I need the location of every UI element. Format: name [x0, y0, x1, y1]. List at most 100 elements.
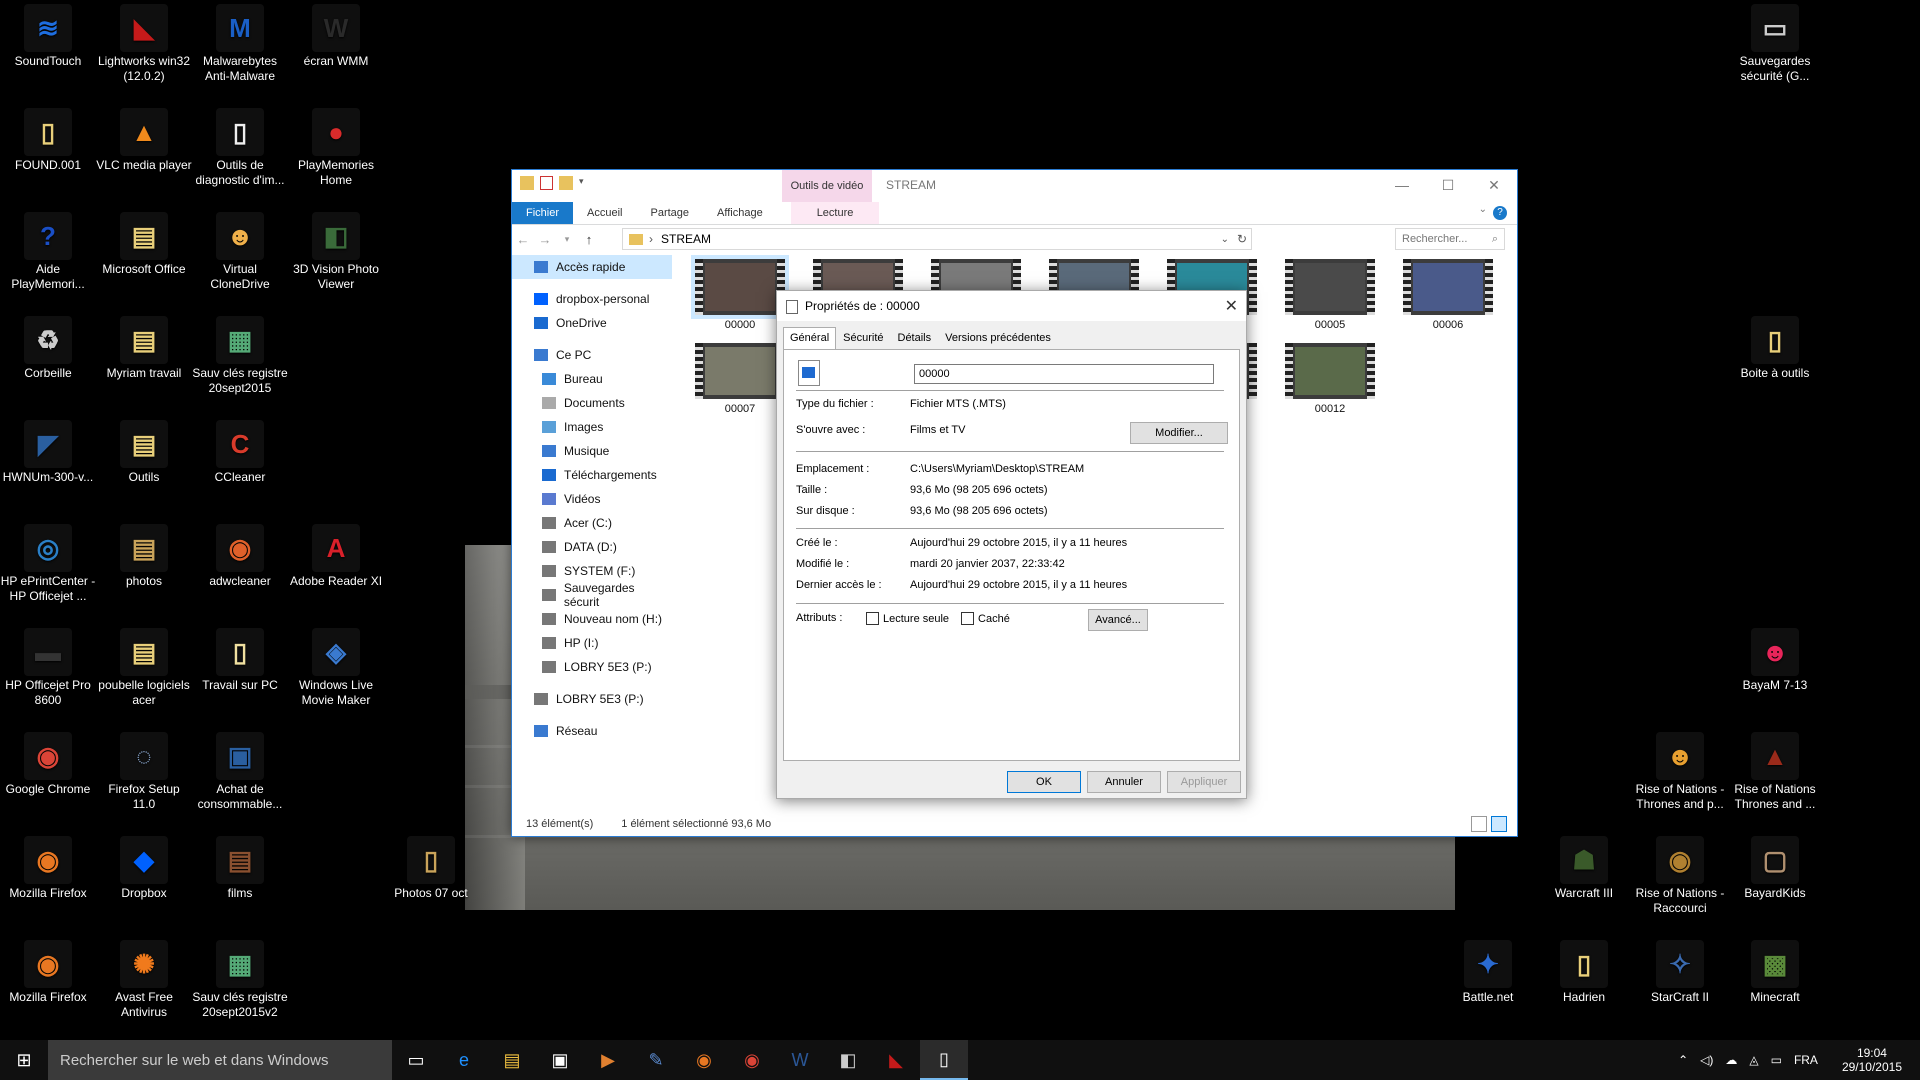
tab-accueil[interactable]: Accueil: [573, 202, 636, 224]
desktop-icon-starcraft-ii[interactable]: ✧ StarCraft II: [1632, 940, 1728, 1005]
advanced-button[interactable]: Avancé...: [1088, 609, 1148, 631]
desktop-icon-ccleaner[interactable]: C CCleaner: [192, 420, 288, 485]
desktop-icon-virtual-clonedrive[interactable]: ☻ Virtual CloneDrive: [192, 212, 288, 292]
desktop-icon-photos[interactable]: ▤ photos: [96, 524, 192, 589]
maximize-button[interactable]: ☐: [1425, 170, 1471, 200]
tab-general[interactable]: Général: [783, 327, 837, 349]
video-thumbnail[interactable]: 00006: [1402, 259, 1494, 331]
desktop-icon-vlc-media-player[interactable]: ▲ VLC media player: [96, 108, 192, 173]
desktop-icon-dropbox[interactable]: ◆ Dropbox: [96, 836, 192, 901]
properties-icon[interactable]: ▯: [920, 1040, 968, 1080]
onedrive-tray-icon[interactable]: ☁: [1719, 1053, 1743, 1067]
nav-item-onedrive[interactable]: OneDrive: [512, 311, 672, 335]
ribbon-collapse-icon[interactable]: ⌄: [1479, 204, 1487, 215]
desktop-icon-sauv-cles-registre-20sept2015v2[interactable]: ▦ Sauv clés registre 20sept2015v2: [192, 940, 288, 1020]
tab-partage[interactable]: Partage: [636, 202, 703, 224]
desktop-icon-windows-live-movie-maker[interactable]: ◈ Windows Live Movie Maker: [288, 628, 384, 708]
tool-icon[interactable]: ✎: [632, 1040, 680, 1080]
back-arrow-icon[interactable]: ←: [512, 232, 534, 247]
desktop-icon-hadrien[interactable]: ▯ Hadrien: [1536, 940, 1632, 1005]
video-thumbnail[interactable]: 00007: [694, 343, 786, 415]
desktop-icon-rise-of-nations-thrones-and[interactable]: ▲ Rise of Nations Thrones and ...: [1727, 732, 1823, 812]
nav-item-bureau[interactable]: Bureau: [512, 367, 672, 391]
explorer-titlebar[interactable]: ▾ Outils de vidéo STREAM — ☐ ✕: [512, 170, 1517, 202]
desktop-icon-firefox-setup-11-0[interactable]: ◌ Firefox Setup 11.0: [96, 732, 192, 812]
tab-lecture[interactable]: Lecture: [790, 202, 880, 224]
close-icon[interactable]: ✕: [1225, 296, 1238, 316]
readonly-checkbox[interactable]: Lecture seule: [866, 612, 949, 625]
desktop-icon-google-chrome[interactable]: ◉ Google Chrome: [0, 732, 96, 797]
desktop-icon-mozilla-firefox[interactable]: ◉ Mozilla Firefox: [0, 836, 96, 901]
desktop-icon-found-001[interactable]: ▯ FOUND.001: [0, 108, 96, 173]
video-thumbnail[interactable]: 00005: [1284, 259, 1376, 331]
modify-button[interactable]: Modifier...: [1130, 422, 1228, 444]
desktop-icon-warcraft-iii[interactable]: ☗ Warcraft III: [1536, 836, 1632, 901]
desktop-icon-bayardkids[interactable]: ▢ BayardKids: [1727, 836, 1823, 901]
desktop-icon-rise-of-nations-thrones-and-p[interactable]: ☻ Rise of Nations - Thrones and p...: [1632, 732, 1728, 812]
tab-affichage[interactable]: Affichage: [703, 202, 777, 224]
large-icons-view-icon[interactable]: [1491, 816, 1507, 832]
desktop-icon-avast-free-antivirus[interactable]: ✺ Avast Free Antivirus: [96, 940, 192, 1020]
nav-item-documents[interactable]: Documents: [512, 391, 672, 415]
nav-item-videos[interactable]: Vidéos: [512, 487, 672, 511]
desktop-icon-poubelle-logiciels-acer[interactable]: ▤ poubelle logiciels acer: [96, 628, 192, 708]
new-folder-icon[interactable]: [559, 176, 573, 190]
desktop-icon-photos-07-oct[interactable]: ▯ Photos 07 oct: [383, 836, 479, 901]
notifications-icon[interactable]: ▭: [1765, 1053, 1788, 1067]
address-bar[interactable]: › STREAM ⌄ ↻: [622, 228, 1252, 250]
video-thumbnail[interactable]: 00000: [691, 255, 789, 331]
tab-fichier[interactable]: Fichier: [512, 202, 574, 224]
minimize-button[interactable]: —: [1379, 170, 1425, 200]
lightworks-icon[interactable]: ◣: [872, 1040, 920, 1080]
details-view-icon[interactable]: [1471, 816, 1487, 832]
desktop-icon-minecraft[interactable]: ▩ Minecraft: [1727, 940, 1823, 1005]
nav-item-musique[interactable]: Musique: [512, 439, 672, 463]
file-explorer-icon[interactable]: ▤: [488, 1040, 536, 1080]
nav-item-dropbox-personal[interactable]: dropbox-personal: [512, 287, 672, 311]
store-icon[interactable]: ▣: [536, 1040, 584, 1080]
desktop-icon-achat-de-consommable[interactable]: ▣ Achat de consommable...: [192, 732, 288, 812]
desktop-icon-outils-de-diagnostic-d-im[interactable]: ▯ Outils de diagnostic d'im...: [192, 108, 288, 188]
nav-item-ce-pc[interactable]: Ce PC: [512, 343, 672, 367]
nav-item-telechargements[interactable]: Téléchargements: [512, 463, 672, 487]
tray-chevron-icon[interactable]: ⌃: [1672, 1053, 1694, 1067]
breadcrumb[interactable]: STREAM: [661, 232, 711, 246]
desktop-icon-playmemories-home[interactable]: ● PlayMemories Home: [288, 108, 384, 188]
tab-versions[interactable]: Versions précédentes: [938, 327, 1058, 349]
tab-details[interactable]: Détails: [891, 327, 939, 349]
language-indicator[interactable]: FRA: [1788, 1053, 1824, 1067]
desktop-icon-adwcleaner[interactable]: ◉ adwcleaner: [192, 524, 288, 589]
hidden-checkbox[interactable]: Caché: [961, 612, 1010, 625]
desktop-icon-soundtouch[interactable]: ≋ SoundTouch: [0, 4, 96, 69]
desktop-icon-travail-sur-pc[interactable]: ▯ Travail sur PC: [192, 628, 288, 693]
search-input[interactable]: Rechercher... ⌕: [1395, 228, 1505, 250]
help-icon[interactable]: ?: [1493, 206, 1507, 220]
cancel-button[interactable]: Annuler: [1087, 771, 1161, 793]
desktop-icon-myriam-travail[interactable]: ▤ Myriam travail: [96, 316, 192, 381]
desktop-icon-3d-vision-photo-viewer[interactable]: ◧ 3D Vision Photo Viewer: [288, 212, 384, 292]
recent-chevron-icon[interactable]: ▾: [556, 234, 578, 245]
nav-item-lobry-5e3-p[interactable]: LOBRY 5E3 (P:): [512, 655, 672, 679]
word-icon[interactable]: W: [776, 1040, 824, 1080]
edge-icon[interactable]: e: [440, 1040, 488, 1080]
nav-item-images[interactable]: Images: [512, 415, 672, 439]
desktop-icon-hp-officejet-pro-8600[interactable]: ▬ HP Officejet Pro 8600: [0, 628, 96, 708]
media-player-icon[interactable]: ▶: [584, 1040, 632, 1080]
desktop-icon-lightworks-win32-12-0-2[interactable]: ◣ Lightworks win32 (12.0.2): [96, 4, 192, 84]
nav-item-sauvegardes-securit[interactable]: Sauvegardes sécurit: [512, 581, 672, 609]
folder-icon[interactable]: [520, 176, 534, 190]
apply-button[interactable]: Appliquer: [1167, 771, 1241, 793]
desktop-icon-rise-of-nations-raccourci[interactable]: ◉ Rise of Nations - Raccourci: [1632, 836, 1728, 916]
up-arrow-icon[interactable]: ↑: [578, 232, 600, 247]
nav-item-acces-rapide[interactable]: Accès rapide: [512, 255, 672, 279]
desktop-icon-sauv-cles-registre-20sept2015[interactable]: ▦ Sauv clés registre 20sept2015: [192, 316, 288, 396]
refresh-icon[interactable]: ↻: [1237, 232, 1247, 246]
nav-item-reseau[interactable]: Réseau: [512, 719, 672, 743]
desktop-icon-films[interactable]: ▤ films: [192, 836, 288, 901]
clock[interactable]: 19:04 29/10/2015: [1824, 1046, 1920, 1074]
start-windows-icon[interactable]: ⊞: [0, 1040, 48, 1080]
desktop-icon-sauvegardes-securite-g[interactable]: ▭ Sauvegardes sécurité (G...: [1727, 4, 1823, 84]
desktop-icon-battle-net[interactable]: ✦ Battle.net: [1440, 940, 1536, 1005]
dialog-titlebar[interactable]: Propriétés de : 00000 ✕: [777, 291, 1246, 321]
desktop-icon-hp-eprintcenter-hp-officejet[interactable]: ◎ HP ePrintCenter - HP Officejet ...: [0, 524, 96, 604]
